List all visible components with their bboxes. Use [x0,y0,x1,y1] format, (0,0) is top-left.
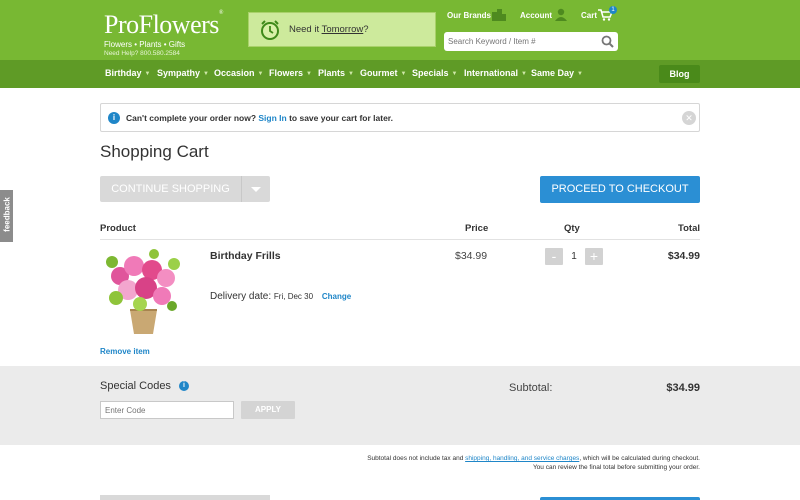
page-title: Shopping Cart [100,142,209,161]
feedback-tab[interactable]: feedback [0,190,13,242]
search-input[interactable] [448,34,598,49]
table-divider [100,239,700,240]
tomorrow-link[interactable]: Tomorrow [322,24,364,35]
chevron-down-icon[interactable] [242,176,270,202]
dropdown-arrow-icon: ▼ [306,71,312,77]
need-it-tomorrow-banner[interactable]: Need it Tomorrow? [248,12,436,47]
tomorrow-suffix: ? [363,24,369,35]
close-icon[interactable]: ✕ [682,111,696,125]
nav-item-flowers[interactable]: Flowers ▼ [269,68,312,78]
qty-decrement-button[interactable]: - [545,248,563,265]
help-phone: Need Help? 800.580.2584 [104,50,180,57]
sign-in-alert: i Can't complete your order now? Sign In… [100,103,700,132]
dropdown-arrow-icon: ▼ [400,71,407,77]
dropdown-arrow-icon: ▼ [451,71,458,77]
column-header-product: Product [100,223,136,234]
nav-item-gourmet[interactable]: Gourmet ▼ [360,68,406,78]
nav-item-birthday[interactable]: Birthday ▼ [105,68,150,78]
alert-message: Can't complete your order now? Sign In t… [126,113,394,123]
user-icon [555,8,567,21]
tomorrow-prefix: Need it [289,24,322,35]
change-date-link[interactable]: Change [322,292,351,301]
cart-link[interactable]: Cart [581,11,597,20]
dropdown-arrow-icon: ▼ [348,71,354,77]
dropdown-arrow-icon: ▼ [521,71,527,77]
apply-button[interactable]: APPLY [241,401,295,419]
blog-button[interactable]: Blog [659,65,700,83]
brands-icon [492,9,506,21]
dropdown-arrow-icon: ▼ [257,71,264,77]
item-price: $34.99 [455,250,488,262]
shipping-charges-link[interactable]: shipping, handling, and service charges [465,455,579,462]
subtotal-value: $34.99 [666,382,700,394]
continue-shopping-button[interactable]: CONTINUE SHOPPING [100,176,270,202]
subtotal-note-line-1: Subtotal does not include tax and shippi… [367,455,700,462]
search-box [444,32,618,51]
proflowers-logo[interactable]: ProFlowers® [104,10,223,40]
nav-item-occasion[interactable]: Occasion ▼ [214,68,263,78]
subtotal-label: Subtotal: [509,382,553,394]
nav-item-international[interactable]: International ▼ [464,68,527,78]
dropdown-arrow-icon: ▼ [577,71,583,77]
item-total: $34.99 [667,250,700,262]
continue-shopping-label: CONTINUE SHOPPING [100,176,242,202]
promo-code-input[interactable] [100,401,234,419]
delivery-date-value: Fri, Dec 30 [273,292,314,301]
account-link[interactable]: Account [520,11,552,20]
info-icon: i [108,112,120,124]
nav-item-plants[interactable]: Plants ▼ [318,68,354,78]
proceed-to-checkout-button[interactable]: PROCEED TO CHECKOUT [540,176,700,203]
product-image[interactable] [100,248,187,336]
logo-tagline: Flowers • Plants • Gifts [104,40,186,49]
info-icon[interactable]: i [179,381,189,391]
subtotal-note-line-2: You can review the final total before su… [532,464,700,471]
search-icon[interactable] [601,35,614,48]
delivery-label: Delivery date: [210,291,272,302]
sign-in-link[interactable]: Sign In [258,113,286,123]
qty-value[interactable]: 1 [568,251,580,262]
delivery-date: Delivery date: Fri, Dec 30 Change [210,291,351,302]
site-header: ProFlowers® Flowers • Plants • Gifts Nee… [0,0,800,60]
column-header-total: Total [678,223,700,234]
nav-item-specials[interactable]: Specials ▼ [412,68,457,78]
alarm-clock-icon [261,20,279,40]
our-brands-link[interactable]: Our Brands [447,11,491,20]
remove-item-link[interactable]: Remove item [100,347,150,356]
continue-shopping-button-bottom[interactable] [100,495,270,500]
column-header-qty: Qty [564,223,580,234]
cart-count-badge: 1 [609,6,617,14]
product-name[interactable]: Birthday Frills [210,250,281,262]
nav-item-sympathy[interactable]: Sympathy ▼ [157,68,209,78]
nav-item-same-day[interactable]: Same Day ▼ [531,68,583,78]
qty-increment-button[interactable]: + [585,248,603,265]
dropdown-arrow-icon: ▼ [144,71,151,77]
dropdown-arrow-icon: ▼ [203,71,209,77]
special-codes-label: Special Codes [100,380,171,392]
column-header-price: Price [465,223,489,234]
